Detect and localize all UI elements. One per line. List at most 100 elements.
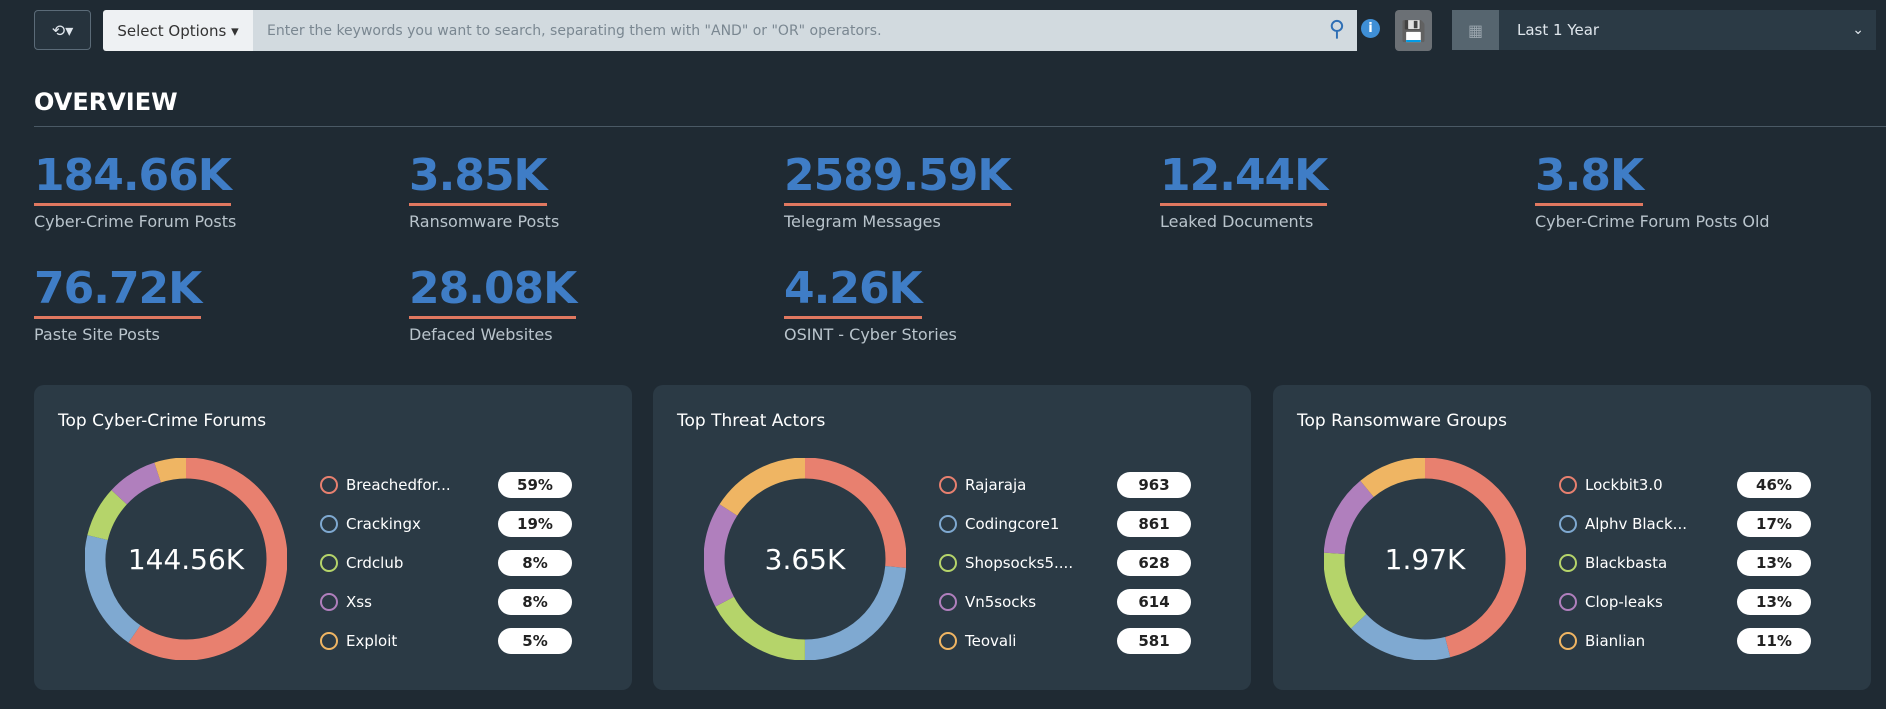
stat-label: OSINT - Cyber Stories <box>784 325 957 344</box>
stat-value: 4.26K <box>784 263 923 319</box>
info-icon[interactable]: i <box>1361 19 1380 38</box>
date-range-value: Last 1 Year <box>1517 21 1600 39</box>
search-history-button[interactable]: ⟲▾ <box>34 10 91 50</box>
stat-value: 28.08K <box>409 263 577 319</box>
save-icon: 💾 <box>1401 18 1426 43</box>
legend-value-badge: 11% <box>1737 628 1811 654</box>
legend-value-badge: 8% <box>498 550 572 576</box>
legend-label: Teovali <box>965 632 1017 650</box>
divider <box>34 126 1886 127</box>
legend-circle-icon <box>939 515 957 533</box>
stat-label: Ransomware Posts <box>409 212 560 231</box>
legend-label: Codingcore1 <box>965 515 1060 533</box>
legend-item[interactable]: Breachedfor... 59% <box>320 472 580 498</box>
select-options-dropdown[interactable]: Select Options ▾ <box>103 10 253 51</box>
legend-item[interactable]: Teovali 581 <box>939 628 1199 654</box>
card-title: Top Threat Actors <box>677 411 826 431</box>
legend-circle-icon <box>939 476 957 494</box>
legend-label: Crdclub <box>346 554 404 572</box>
legend-label: Vn5socks <box>965 593 1037 611</box>
legend-circle-icon <box>1559 554 1577 572</box>
donut-total: 3.65K <box>764 542 846 576</box>
legend-circle-icon <box>1559 515 1577 533</box>
legend-circle-icon <box>1559 593 1577 611</box>
stat-value: 3.8K <box>1535 150 1644 206</box>
legend-value-badge: 8% <box>498 589 572 615</box>
top-threat-actors-card: Top Threat Actors 3.65K Rajaraja 963 Codingc… <box>653 385 1251 690</box>
legend-value-badge: 46% <box>1737 472 1811 498</box>
legend-value-badge: 861 <box>1117 511 1191 537</box>
legend-item[interactable]: Clop-leaks 13% <box>1559 589 1819 615</box>
history-icon: ⟲▾ <box>51 20 74 40</box>
legend-item[interactable]: Alphv Black... 17% <box>1559 511 1819 537</box>
legend-label: Shopsocks5.... <box>965 554 1074 572</box>
legend-item[interactable]: Vn5socks 614 <box>939 589 1199 615</box>
stat-card[interactable]: 4.26K OSINT - Cyber Stories <box>784 263 957 344</box>
legend-label: Clop-leaks <box>1585 593 1663 611</box>
legend-item[interactable]: Exploit 5% <box>320 628 580 654</box>
stat-card[interactable]: 3.85K Ransomware Posts <box>409 150 559 231</box>
stat-card[interactable]: 2589.59K Telegram Messages <box>784 150 1012 231</box>
stat-label: Leaked Documents <box>1160 212 1314 231</box>
legend-value-badge: 13% <box>1737 550 1811 576</box>
legend-label: Breachedfor... <box>346 476 451 494</box>
legend-item[interactable]: Lockbit3.0 46% <box>1559 472 1819 498</box>
legend-label: Blackbasta <box>1585 554 1668 572</box>
legend-item[interactable]: Shopsocks5.... 628 <box>939 550 1199 576</box>
stat-value: 76.72K <box>34 263 202 319</box>
legend-value-badge: 13% <box>1737 589 1811 615</box>
legend-item[interactable]: Crackingx 19% <box>320 511 580 537</box>
legend-circle-icon <box>939 593 957 611</box>
stat-label: Cyber-Crime Forum Posts Old <box>1535 212 1770 231</box>
legend-label: Lockbit3.0 <box>1585 476 1663 494</box>
stat-value: 184.66K <box>34 150 232 206</box>
legend-value-badge: 628 <box>1117 550 1191 576</box>
legend-circle-icon <box>320 515 338 533</box>
legend-value-badge: 17% <box>1737 511 1811 537</box>
legend-circle-icon <box>1559 476 1577 494</box>
stat-label: Paste Site Posts <box>34 325 160 344</box>
legend-circle-icon <box>1559 632 1577 650</box>
legend-label: Bianlian <box>1585 632 1646 650</box>
legend-label: Rajaraja <box>965 476 1027 494</box>
legend-item[interactable]: Xss 8% <box>320 589 580 615</box>
legend-value-badge: 5% <box>498 628 572 654</box>
chevron-down-icon: ⌄ <box>1852 22 1864 38</box>
overview-title: OVERVIEW <box>34 88 178 116</box>
legend-item[interactable]: Rajaraja 963 <box>939 472 1199 498</box>
legend-value-badge: 19% <box>498 511 572 537</box>
legend-item[interactable]: Blackbasta 13% <box>1559 550 1819 576</box>
stat-value: 12.44K <box>1160 150 1328 206</box>
card-title: Top Cyber-Crime Forums <box>58 411 267 431</box>
stat-card[interactable]: 184.66K Cyber-Crime Forum Posts <box>34 150 236 231</box>
top-forums-card: Top Cyber-Crime Forums 144.56K Breachedfor… <box>34 385 632 690</box>
donut-total: 144.56K <box>127 542 245 576</box>
save-button[interactable]: 💾 <box>1395 10 1432 51</box>
search-input[interactable]: Enter the keywords you want to search, s… <box>253 10 1357 51</box>
calendar-icon: ▦ <box>1452 10 1499 50</box>
stat-card[interactable]: 28.08K Defaced Websites <box>409 263 577 344</box>
legend-value-badge: 581 <box>1117 628 1191 654</box>
legend-circle-icon <box>320 554 338 572</box>
stat-card[interactable]: 76.72K Paste Site Posts <box>34 263 202 344</box>
legend-circle-icon <box>939 554 957 572</box>
stat-card[interactable]: 3.8K Cyber-Crime Forum Posts Old <box>1535 150 1770 231</box>
stat-label: Telegram Messages <box>784 212 941 231</box>
legend-value-badge: 614 <box>1117 589 1191 615</box>
date-range-select[interactable]: ▦ Last 1 Year ⌄ <box>1452 10 1876 50</box>
legend-item[interactable]: Bianlian 11% <box>1559 628 1819 654</box>
legend-item[interactable]: Crdclub 8% <box>320 550 580 576</box>
legend-value-badge: 963 <box>1117 472 1191 498</box>
card-title: Top Ransomware Groups <box>1297 411 1507 431</box>
stat-label: Cyber-Crime Forum Posts <box>34 212 237 231</box>
legend-label: Alphv Black... <box>1585 515 1687 533</box>
legend-label: Crackingx <box>346 515 421 533</box>
legend-circle-icon <box>320 632 338 650</box>
legend-circle-icon <box>939 632 957 650</box>
legend-circle-icon <box>320 593 338 611</box>
legend-value-badge: 59% <box>498 472 572 498</box>
legend-item[interactable]: Codingcore1 861 <box>939 511 1199 537</box>
stat-value: 3.85K <box>409 150 548 206</box>
stat-card[interactable]: 12.44K Leaked Documents <box>1160 150 1328 231</box>
search-icon[interactable]: ⚲ <box>1329 17 1345 42</box>
